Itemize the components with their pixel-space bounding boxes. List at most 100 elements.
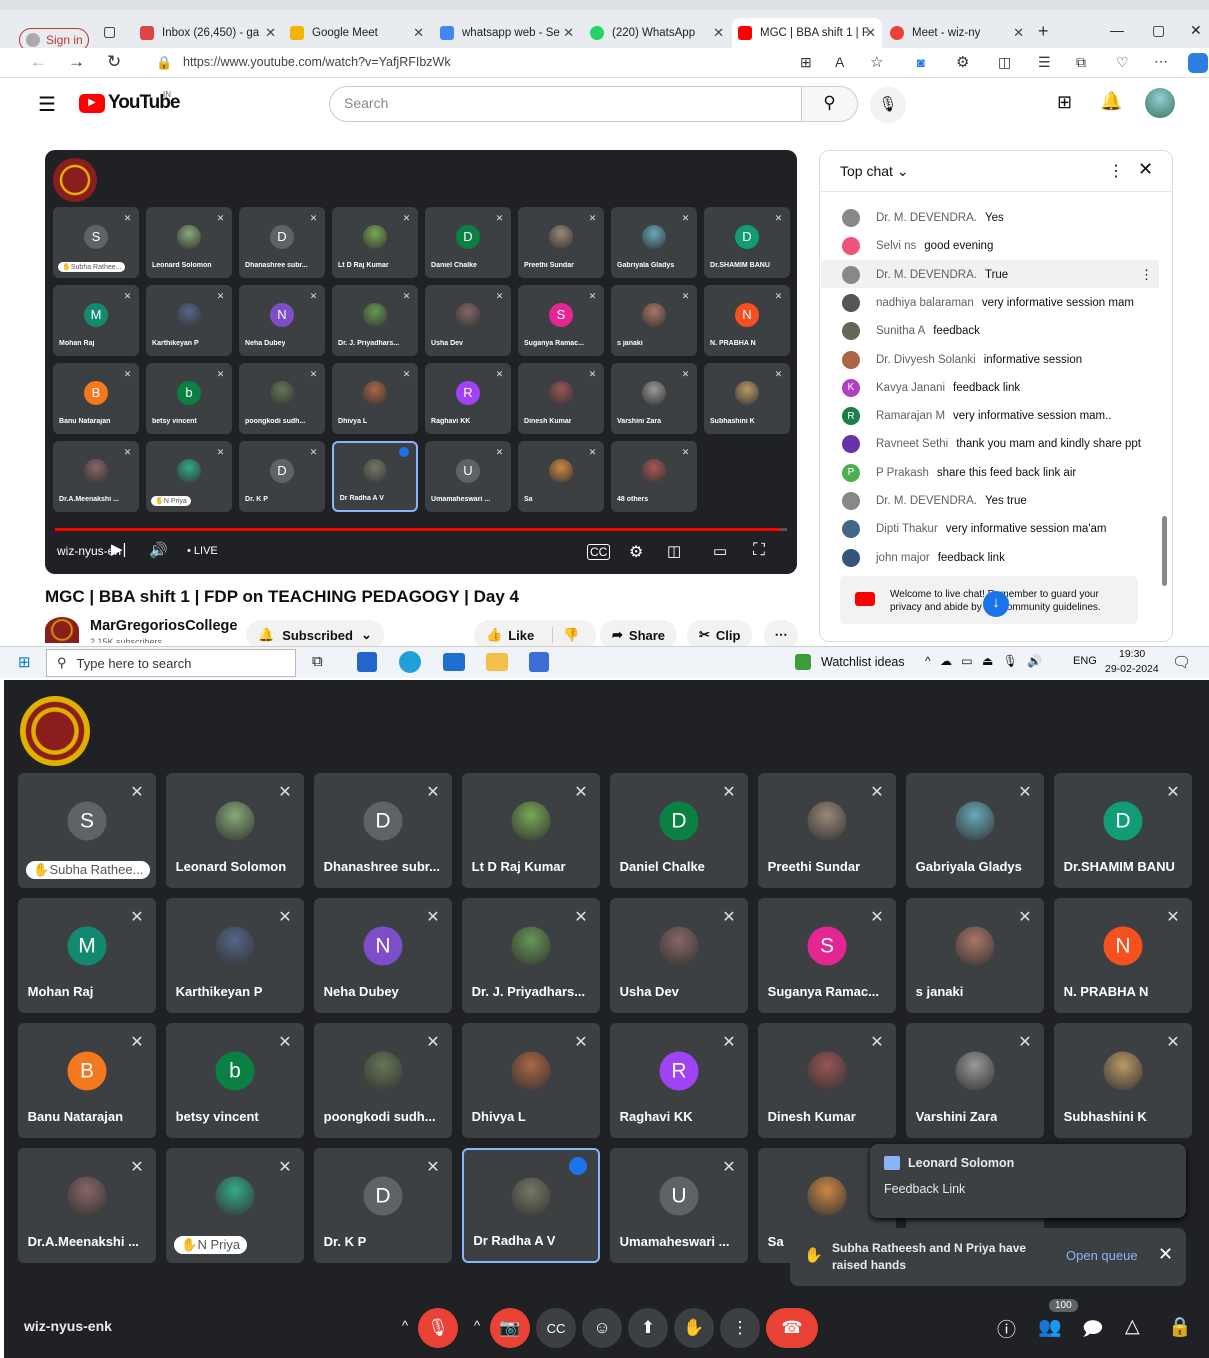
- more-menu-icon[interactable]: ⋯: [1154, 53, 1168, 70]
- chat-message[interactable]: john major feedback link: [820, 544, 1160, 572]
- settings-icon[interactable]: ⚙: [629, 542, 643, 562]
- chat-scrollbar[interactable]: [1162, 516, 1167, 586]
- participant-tile[interactable]: D ✕ Daniel Chalke: [425, 207, 511, 278]
- chevron-up-icon[interactable]: ^: [402, 1318, 408, 1333]
- theater-mode-icon[interactable]: ▭: [713, 542, 727, 560]
- chat-message-popup[interactable]: Leonard Solomon Feedback Link: [870, 1144, 1186, 1218]
- participant-tile[interactable]: S ✕ Suganya Ramac...: [758, 898, 896, 1013]
- participant-tile[interactable]: N ✕ N. PRABHA N: [1054, 898, 1192, 1013]
- participant-tile[interactable]: ✕ Gabriyala Gladys: [611, 207, 697, 278]
- favorites-bar-icon[interactable]: ☰: [1038, 54, 1051, 71]
- message-menu-icon[interactable]: ⋮: [1140, 267, 1153, 283]
- participant-tile[interactable]: N ✕ N. PRABHA N: [704, 285, 790, 356]
- close-tab-icon[interactable]: ✕: [413, 25, 424, 41]
- miniplayer-icon[interactable]: ◫: [667, 542, 681, 560]
- raise-hand-button[interactable]: ✋: [674, 1308, 714, 1348]
- participant-tile[interactable]: D ✕ Dhanashree subr...: [314, 773, 452, 888]
- participant-tile[interactable]: S ✕ ✋ Subha Rathee...: [53, 207, 139, 278]
- thumbs-down-icon[interactable]: 👎: [552, 627, 579, 643]
- store-icon[interactable]: [357, 652, 377, 672]
- participant-tile[interactable]: U ✕ Umamaheswari ...: [610, 1148, 748, 1263]
- close-tab-icon[interactable]: ✕: [865, 25, 876, 41]
- channel-name[interactable]: MarGregoriosCollege: [90, 618, 237, 634]
- participant-tile[interactable]: ✕ Dr. J. Priyadhars...: [332, 285, 418, 356]
- participant-tile[interactable]: ✕ Karthikeyan P: [146, 285, 232, 356]
- voice-search-button[interactable]: 🎙: [870, 87, 906, 123]
- tab-actions-icon[interactable]: ▢: [103, 23, 116, 40]
- back-icon[interactable]: ←: [30, 52, 47, 72]
- participant-tile[interactable]: B ✕ Banu Natarajan: [53, 363, 139, 434]
- participant-tile[interactable]: D ✕ Dr. K P: [239, 441, 325, 512]
- chat-menu-icon[interactable]: ⋮: [1108, 161, 1124, 181]
- participant-tile[interactable]: ✕ Leonard Solomon: [146, 207, 232, 278]
- participant-tile[interactable]: S ✕ Suganya Ramac...: [518, 285, 604, 356]
- notification-center-icon[interactable]: 🗨: [1172, 653, 1191, 671]
- participant-tile[interactable]: M ✕ Mohan Raj: [18, 898, 156, 1013]
- close-tab-icon[interactable]: ✕: [563, 25, 574, 41]
- chat-message[interactable]: R Ramarajan M very informative session mam…: [820, 402, 1160, 430]
- chat-message[interactable]: Dr. M. DEVENDRA. True: [820, 261, 1160, 289]
- tab-whatsapp-search[interactable]: whatsapp web - Se ✕: [434, 18, 580, 48]
- participant-tile[interactable]: ✕ Sa: [518, 441, 604, 512]
- participant-tile[interactable]: ✕ ✋ N Priya: [146, 441, 232, 512]
- more-options-button[interactable]: ⋮: [720, 1308, 760, 1348]
- participant-tile[interactable]: ✕ Dinesh Kumar: [758, 1023, 896, 1138]
- video-player[interactable]: S ✕ ✋ Subha Rathee... ✕ Leonard Solomon D ✕ Dha…: [45, 150, 797, 574]
- language-indicator[interactable]: ENG: [1073, 655, 1097, 667]
- forward-icon[interactable]: →: [68, 52, 85, 72]
- fullscreen-icon[interactable]: ⛶: [753, 540, 765, 560]
- extension-icon[interactable]: ◙: [917, 55, 925, 70]
- health-icon[interactable]: ♡: [1116, 54, 1129, 71]
- close-chat-icon[interactable]: ✕: [1138, 159, 1153, 180]
- participant-tile[interactable]: D ✕ Dr.SHAMIM BANU: [704, 207, 790, 278]
- participant-tile[interactable]: ✕ Usha Dev: [610, 898, 748, 1013]
- participant-tile[interactable]: D ✕ Dhanashree subr...: [239, 207, 325, 278]
- chat-mode-dropdown[interactable]: Top chat ⌄: [840, 163, 909, 180]
- hamburger-menu-icon[interactable]: ☰: [38, 92, 56, 117]
- people-icon[interactable]: 👥: [1038, 1315, 1062, 1339]
- favorite-icon[interactable]: ☆: [870, 53, 883, 71]
- participant-tile[interactable]: ✕ Karthikeyan P: [166, 898, 304, 1013]
- tab-youtube-active[interactable]: MGC | BBA shift 1 | F ✕: [732, 18, 882, 48]
- progress-bar[interactable]: [55, 528, 787, 531]
- participant-tile[interactable]: b ✕ betsy vincent: [166, 1023, 304, 1138]
- close-tab-icon[interactable]: ✕: [265, 25, 276, 41]
- url-field[interactable]: https://www.youtube.com/watch?v=YafjRFIb…: [183, 55, 451, 69]
- tab-meet-wiz[interactable]: Meet - wiz-ny ✕: [884, 18, 1030, 48]
- chat-message[interactable]: Sunitha A feedback: [820, 317, 1160, 345]
- participant-tile[interactable]: ✕ Dr.A.Meenakshi ...: [18, 1148, 156, 1263]
- create-icon[interactable]: ⊞: [1057, 92, 1072, 113]
- participant-tile[interactable]: N ✕ Neha Dubey: [314, 898, 452, 1013]
- new-tab-icon[interactable]: +: [1038, 21, 1049, 42]
- participant-tile[interactable]: ✕ Dhivya L: [462, 1023, 600, 1138]
- participant-tile[interactable]: D ✕ Daniel Chalke: [610, 773, 748, 888]
- system-tray-icons[interactable]: ^ ☁ ▭ ⏏ 🎙 🔊: [925, 654, 1045, 668]
- captions-button[interactable]: CC: [536, 1308, 576, 1348]
- participant-tile[interactable]: ✕Dr Radha A V: [332, 441, 418, 512]
- copilot-icon[interactable]: [1188, 53, 1208, 73]
- participant-tile[interactable]: b ✕ betsy vincent: [146, 363, 232, 434]
- edge-icon[interactable]: [399, 651, 421, 673]
- camera-off-button[interactable]: 📷: [490, 1308, 530, 1348]
- participant-tile[interactable]: D ✕ Dr.SHAMIM BANU: [1054, 773, 1192, 888]
- chat-message[interactable]: P P Prakash share this feed back link air: [820, 459, 1160, 487]
- mail-icon[interactable]: [443, 653, 465, 671]
- participant-tile[interactable]: ✕ Usha Dev: [425, 285, 511, 356]
- participant-tile[interactable]: ✕ Dinesh Kumar: [518, 363, 604, 434]
- close-window-icon[interactable]: ✕: [1190, 22, 1202, 39]
- search-button[interactable]: ⚲: [801, 86, 858, 122]
- participant-tile[interactable]: D ✕ Dr. K P: [314, 1148, 452, 1263]
- participant-tile[interactable]: M ✕ Mohan Raj: [53, 285, 139, 356]
- close-tab-icon[interactable]: ✕: [713, 25, 724, 41]
- search-input[interactable]: Search: [329, 86, 802, 122]
- youtube-logo-icon[interactable]: ▶: [79, 94, 105, 113]
- tab-inbox[interactable]: Inbox (26,450) - ga ✕: [134, 18, 282, 48]
- participant-tile[interactable]: ✕ Lt D Raj Kumar: [462, 773, 600, 888]
- participant-tile[interactable]: ✕ Subhashini K: [1054, 1023, 1192, 1138]
- participant-tile[interactable]: ✕ Dr. J. Priyadhars...: [462, 898, 600, 1013]
- minimize-icon[interactable]: —: [1110, 22, 1124, 38]
- participant-tile[interactable]: ✕ Varshini Zara: [611, 363, 697, 434]
- chat-message[interactable]: Dipti Thakur very informative session ma'…: [820, 515, 1160, 543]
- split-screen-icon[interactable]: ◫: [998, 54, 1011, 71]
- participant-tile[interactable]: R ✕ Raghavi KK: [610, 1023, 748, 1138]
